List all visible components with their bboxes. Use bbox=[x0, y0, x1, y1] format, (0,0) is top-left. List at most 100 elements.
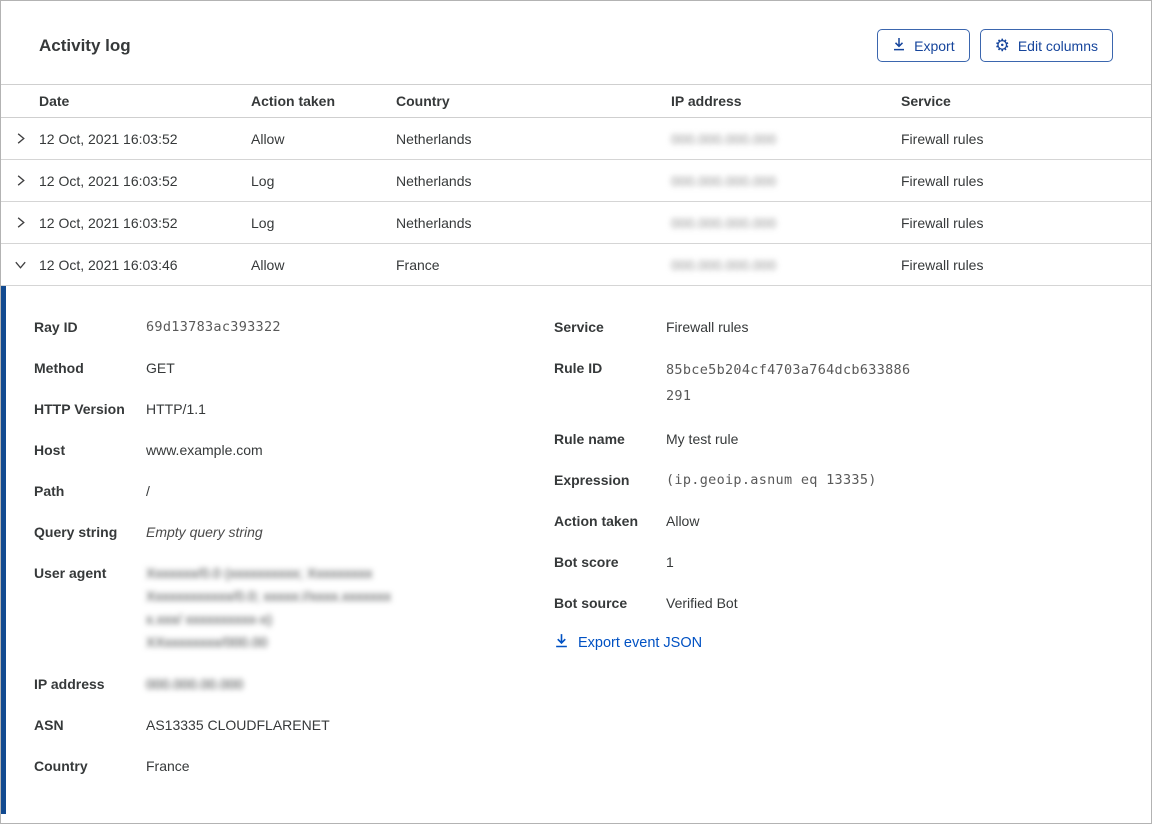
export-event-json-label: Export event JSON bbox=[578, 634, 703, 651]
field-label: Country bbox=[34, 758, 88, 774]
row-country: Netherlands bbox=[396, 172, 472, 189]
edit-columns-button-label: Edit columns bbox=[1017, 37, 1098, 54]
topbar: Activity log Export ⚙ Edit columns bbox=[1, 1, 1151, 84]
field-value: 69d13783ac393322 bbox=[146, 319, 281, 335]
field-service: Service Firewall rules bbox=[554, 316, 954, 338]
redacted-line: Xxxxxxx/0.0 (xxxxxxxxxx; Xxxxxxxxx bbox=[146, 565, 373, 581]
field-rule-name: Rule name My test rule bbox=[554, 428, 954, 450]
row-country: Netherlands bbox=[396, 214, 472, 231]
field-label: HTTP Version bbox=[34, 401, 125, 417]
field-query-string: Query string Empty query string bbox=[34, 521, 554, 543]
field-label: Ray ID bbox=[34, 319, 78, 335]
column-header-action: Action taken bbox=[251, 93, 336, 109]
row-action: Log bbox=[251, 172, 275, 189]
column-header-date: Date bbox=[39, 93, 70, 109]
row-action: Allow bbox=[251, 256, 285, 273]
table-row[interactable]: 12 Oct, 2021 16:03:52 Allow Netherlands … bbox=[1, 118, 1151, 160]
field-bot-score: Bot score 1 bbox=[554, 551, 954, 573]
export-event-json-link[interactable]: Export event JSON bbox=[554, 633, 954, 652]
gear-icon: ⚙ bbox=[994, 36, 1010, 55]
table-row[interactable]: 12 Oct, 2021 16:03:52 Log Netherlands 00… bbox=[1, 160, 1151, 202]
field-value: Empty query string bbox=[146, 524, 263, 540]
expand-row-button[interactable] bbox=[1, 215, 39, 230]
field-value-redacted: 000.000.00.000 bbox=[146, 676, 244, 692]
field-label: ASN bbox=[34, 717, 64, 733]
table-row[interactable]: 12 Oct, 2021 16:03:52 Log Netherlands 00… bbox=[1, 202, 1151, 244]
field-expression: Expression (ip.geoip.asnum eq 13335) bbox=[554, 469, 954, 491]
field-asn: ASN AS13335 CLOUDFLARENET bbox=[34, 714, 554, 736]
row-country: Netherlands bbox=[396, 130, 472, 147]
table-header-row: Date Action taken Country IP address Ser… bbox=[1, 84, 1151, 118]
event-detail-left-column: Ray ID 69d13783ac393322 Method GET HTTP … bbox=[34, 316, 554, 814]
export-button[interactable]: Export bbox=[877, 29, 970, 62]
field-label: Rule name bbox=[554, 431, 625, 447]
field-label: Host bbox=[34, 442, 66, 458]
row-service: Firewall rules bbox=[901, 172, 984, 189]
row-service: Firewall rules bbox=[901, 256, 984, 273]
row-ip-redacted: 000.000.000.000 bbox=[671, 130, 777, 147]
field-value: Verified Bot bbox=[666, 595, 738, 611]
table-row-expanded[interactable]: 12 Oct, 2021 16:03:46 Allow France 000.0… bbox=[1, 244, 1151, 286]
field-value: HTTP/1.1 bbox=[146, 401, 206, 417]
field-country: Country France bbox=[34, 755, 554, 777]
expand-row-button[interactable] bbox=[1, 173, 39, 188]
field-value: Firewall rules bbox=[666, 319, 749, 335]
redacted-line: XXxxxxxxxx/000.00 bbox=[146, 634, 268, 650]
row-service: Firewall rules bbox=[901, 130, 984, 147]
chevron-right-icon bbox=[13, 173, 28, 188]
redacted-line: x.xxx/ xxxxxxxxxx-x) bbox=[146, 611, 272, 627]
row-date: 12 Oct, 2021 16:03:52 bbox=[39, 214, 178, 231]
field-label: Rule ID bbox=[554, 360, 603, 376]
field-value: France bbox=[146, 758, 190, 774]
row-date: 12 Oct, 2021 16:03:52 bbox=[39, 130, 178, 147]
field-method: Method GET bbox=[34, 357, 554, 379]
row-country: France bbox=[396, 256, 440, 273]
chevron-right-icon bbox=[13, 131, 28, 146]
download-icon bbox=[554, 633, 569, 652]
event-detail-right-column: Service Firewall rules Rule ID 85bce5b20… bbox=[554, 316, 954, 814]
field-value: AS13335 CLOUDFLARENET bbox=[146, 717, 330, 733]
edit-columns-button[interactable]: ⚙ Edit columns bbox=[979, 29, 1113, 62]
field-value: 85bce5b204cf4703a764dcb633886291 bbox=[666, 362, 911, 404]
field-label: Service bbox=[554, 319, 604, 335]
export-button-label: Export bbox=[914, 37, 955, 54]
row-service: Firewall rules bbox=[901, 214, 984, 231]
field-value: GET bbox=[146, 360, 175, 376]
field-http-version: HTTP Version HTTP/1.1 bbox=[34, 398, 554, 420]
field-label: Bot score bbox=[554, 554, 619, 570]
chevron-right-icon bbox=[13, 215, 28, 230]
field-value: My test rule bbox=[666, 431, 739, 447]
field-value: 1 bbox=[666, 554, 674, 570]
chevron-down-icon bbox=[13, 257, 28, 272]
toolbar: Export ⚙ Edit columns bbox=[877, 29, 1113, 62]
field-bot-source: Bot source Verified Bot bbox=[554, 592, 954, 614]
event-detail-panel: Ray ID 69d13783ac393322 Method GET HTTP … bbox=[1, 286, 1151, 814]
activity-log-page: Activity log Export ⚙ Edit columns Date … bbox=[0, 0, 1152, 824]
field-label: Bot source bbox=[554, 595, 628, 611]
expand-row-button[interactable] bbox=[1, 131, 39, 146]
column-header-service: Service bbox=[901, 93, 951, 109]
field-action-taken: Action taken Allow bbox=[554, 510, 954, 532]
field-user-agent: User agent Xxxxxxx/0.0 (xxxxxxxxxx; Xxxx… bbox=[34, 562, 554, 654]
field-label: IP address bbox=[34, 676, 105, 692]
field-path: Path / bbox=[34, 480, 554, 502]
column-header-ip: IP address bbox=[671, 93, 742, 109]
field-label: Path bbox=[34, 483, 65, 499]
field-value-redacted: Xxxxxxx/0.0 (xxxxxxxxxx; Xxxxxxxxx Xxxxx… bbox=[146, 562, 391, 654]
field-label: Action taken bbox=[554, 513, 639, 529]
field-label: Query string bbox=[34, 524, 118, 540]
row-date: 12 Oct, 2021 16:03:52 bbox=[39, 172, 178, 189]
field-value: / bbox=[146, 483, 150, 499]
field-label: Method bbox=[34, 360, 84, 376]
field-label: Expression bbox=[554, 472, 630, 488]
field-rule-id: Rule ID 85bce5b204cf4703a764dcb633886291 bbox=[554, 357, 954, 409]
field-value: Allow bbox=[666, 513, 700, 529]
field-value: (ip.geoip.asnum eq 13335) bbox=[666, 472, 877, 488]
download-icon bbox=[892, 37, 906, 54]
redacted-line: Xxxxxxxxxxxx/0.0; xxxxx://xxxx.xxxxxxx bbox=[146, 588, 392, 604]
row-date: 12 Oct, 2021 16:03:46 bbox=[39, 256, 178, 273]
page-title: Activity log bbox=[39, 35, 131, 55]
row-action: Log bbox=[251, 214, 275, 231]
field-ip-address: IP address 000.000.00.000 bbox=[34, 673, 554, 695]
collapse-row-button[interactable] bbox=[1, 257, 39, 272]
